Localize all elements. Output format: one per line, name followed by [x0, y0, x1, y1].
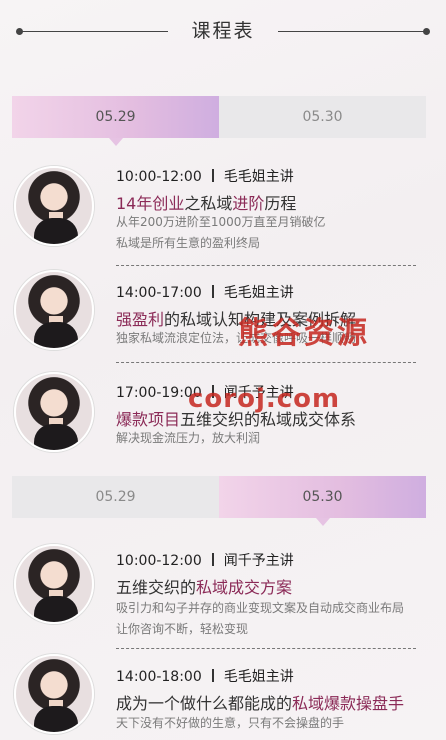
time-speaker: 14:00-18:00 毛毛姐主讲: [116, 666, 294, 686]
speaker-name: 毛毛姐主讲: [223, 669, 294, 685]
session-time: 10:00-12:00: [116, 553, 202, 569]
tab-0529[interactable]: 05.29: [12, 96, 219, 146]
speaker-avatar: [14, 654, 94, 734]
speaker-avatar: [14, 544, 94, 624]
topic-part: 进阶: [232, 194, 265, 213]
header-line-right: [278, 31, 428, 32]
session-desc: 从年200万进阶至1000万直至月销破亿: [116, 215, 326, 229]
topic-part: 成为一个做什么都能成的: [116, 694, 293, 713]
date-tabs-1: 05.29 05.30: [12, 96, 426, 146]
speaker-avatar: [14, 166, 94, 246]
time-speaker: 10:00-12:00 闻千予主讲: [116, 550, 294, 570]
tab-0530[interactable]: 05.30: [219, 96, 426, 138]
topic-part: 14年: [116, 194, 153, 213]
page-header: 课程表: [0, 8, 446, 54]
item-divider: [116, 648, 416, 649]
speaker-name: 闻千予主讲: [223, 553, 294, 569]
date-tabs-2: 05.29 05.30: [12, 476, 426, 526]
topic-part: 强盈利: [116, 310, 165, 329]
session-time: 10:00-12:00: [116, 169, 202, 185]
topic-part: 五维交织的: [116, 578, 197, 597]
header-dot-right: [423, 28, 430, 35]
topic-part: 之私域: [184, 194, 233, 213]
tab-0530[interactable]: 05.30: [219, 476, 426, 526]
speaker-name: 毛毛姐主讲: [223, 169, 294, 185]
time-speaker: 14:00-17:00 毛毛姐主讲: [116, 282, 294, 302]
topic-part: 创业: [152, 194, 185, 213]
session-desc: 让你咨询不断，轻松变现: [116, 622, 249, 636]
watermark-url: coroj.com: [188, 384, 341, 414]
item-divider: [116, 362, 416, 363]
watermark-text: 熊谷资源: [238, 316, 370, 351]
time-speaker: 10:00-12:00 毛毛姐主讲: [116, 166, 294, 186]
page-title: 课程表: [191, 20, 255, 42]
session-topic: 成为一个做什么都能成的私域爆款操盘手: [116, 690, 404, 714]
topic-part: 私域成交方案: [196, 578, 293, 597]
speaker-avatar: [14, 372, 94, 452]
tab-0529[interactable]: 05.29: [12, 476, 219, 518]
session-topic: 14年创业之私域进阶历程: [116, 190, 296, 214]
topic-part: 爆款项目: [116, 410, 181, 429]
session-desc: 天下没有不好做的生意，只有不会操盘的手: [116, 716, 345, 730]
topic-part: 私域爆款操盘手: [292, 694, 405, 713]
speaker-avatar: [14, 270, 94, 350]
session-time: 14:00-18:00: [116, 669, 202, 685]
session-desc: 解决现金流压力，放大利润: [116, 431, 261, 445]
session-time: 14:00-17:00: [116, 285, 202, 301]
session-desc: 私域是所有生意的盈利终局: [116, 236, 261, 250]
speaker-name: 毛毛姐主讲: [223, 285, 294, 301]
session-topic: 五维交织的私域成交方案: [116, 574, 292, 598]
session-desc: 吸引力和勾子并存的商业变现文案及自动成交商业布局: [116, 601, 405, 615]
topic-part: 历程: [264, 194, 297, 213]
item-divider: [116, 265, 416, 266]
